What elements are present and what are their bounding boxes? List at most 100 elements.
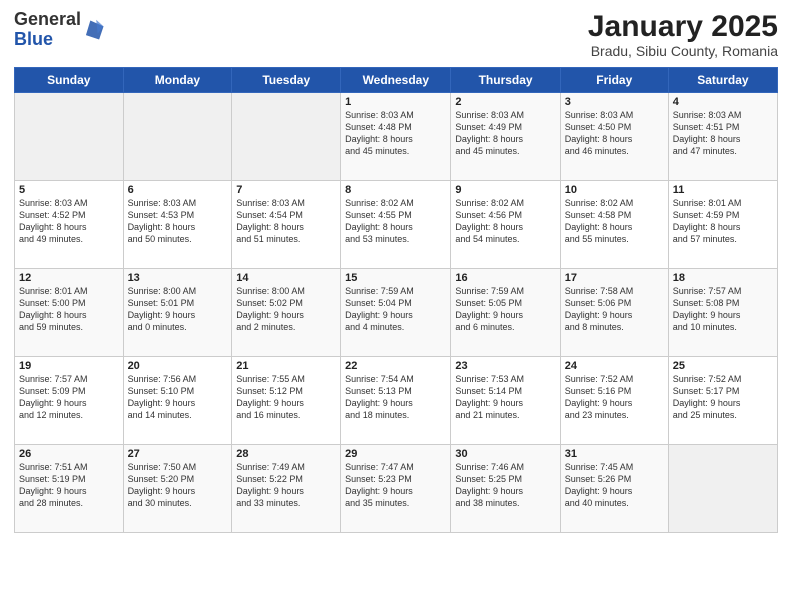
days-of-week-row: SundayMondayTuesdayWednesdayThursdayFrid… — [15, 68, 778, 93]
day-of-week-header: Thursday — [451, 68, 560, 93]
day-number: 30 — [455, 448, 555, 460]
day-number: 13 — [128, 272, 228, 284]
day-number: 14 — [236, 272, 336, 284]
day-content: Sunrise: 8:03 AM Sunset: 4:51 PM Dayligh… — [673, 109, 773, 158]
day-number: 4 — [673, 96, 773, 108]
day-content: Sunrise: 7:52 AM Sunset: 5:16 PM Dayligh… — [565, 373, 664, 422]
day-of-week-header: Wednesday — [341, 68, 451, 93]
day-content: Sunrise: 8:01 AM Sunset: 5:00 PM Dayligh… — [19, 285, 119, 334]
day-number: 16 — [455, 272, 555, 284]
day-content: Sunrise: 8:03 AM Sunset: 4:53 PM Dayligh… — [128, 197, 228, 246]
calendar-cell: 18Sunrise: 7:57 AM Sunset: 5:08 PM Dayli… — [668, 269, 777, 357]
day-content: Sunrise: 8:02 AM Sunset: 4:56 PM Dayligh… — [455, 197, 555, 246]
day-number: 20 — [128, 360, 228, 372]
calendar-cell: 27Sunrise: 7:50 AM Sunset: 5:20 PM Dayli… — [123, 445, 232, 533]
day-number: 2 — [455, 96, 555, 108]
calendar-cell — [668, 445, 777, 533]
calendar-cell: 22Sunrise: 7:54 AM Sunset: 5:13 PM Dayli… — [341, 357, 451, 445]
day-content: Sunrise: 8:03 AM Sunset: 4:50 PM Dayligh… — [565, 109, 664, 158]
calendar-cell: 17Sunrise: 7:58 AM Sunset: 5:06 PM Dayli… — [560, 269, 668, 357]
day-content: Sunrise: 7:58 AM Sunset: 5:06 PM Dayligh… — [565, 285, 664, 334]
header: General Blue January 2025 Bradu, Sibiu C… — [14, 10, 778, 59]
calendar-cell: 31Sunrise: 7:45 AM Sunset: 5:26 PM Dayli… — [560, 445, 668, 533]
calendar-cell — [123, 93, 232, 181]
day-number: 7 — [236, 184, 336, 196]
day-number: 23 — [455, 360, 555, 372]
day-content: Sunrise: 8:02 AM Sunset: 4:55 PM Dayligh… — [345, 197, 446, 246]
day-number: 9 — [455, 184, 555, 196]
calendar-cell: 20Sunrise: 7:56 AM Sunset: 5:10 PM Dayli… — [123, 357, 232, 445]
calendar-cell: 19Sunrise: 7:57 AM Sunset: 5:09 PM Dayli… — [15, 357, 124, 445]
day-number: 19 — [19, 360, 119, 372]
day-content: Sunrise: 8:03 AM Sunset: 4:54 PM Dayligh… — [236, 197, 336, 246]
day-content: Sunrise: 8:00 AM Sunset: 5:02 PM Dayligh… — [236, 285, 336, 334]
day-content: Sunrise: 7:47 AM Sunset: 5:23 PM Dayligh… — [345, 461, 446, 510]
calendar-cell: 14Sunrise: 8:00 AM Sunset: 5:02 PM Dayli… — [232, 269, 341, 357]
day-content: Sunrise: 8:00 AM Sunset: 5:01 PM Dayligh… — [128, 285, 228, 334]
logo-general-text: General — [14, 9, 81, 29]
day-number: 8 — [345, 184, 446, 196]
day-number: 3 — [565, 96, 664, 108]
day-of-week-header: Sunday — [15, 68, 124, 93]
day-content: Sunrise: 8:03 AM Sunset: 4:52 PM Dayligh… — [19, 197, 119, 246]
day-number: 21 — [236, 360, 336, 372]
day-content: Sunrise: 7:49 AM Sunset: 5:22 PM Dayligh… — [236, 461, 336, 510]
day-number: 10 — [565, 184, 664, 196]
calendar-body: 1Sunrise: 8:03 AM Sunset: 4:48 PM Daylig… — [15, 93, 778, 533]
calendar-cell: 2Sunrise: 8:03 AM Sunset: 4:49 PM Daylig… — [451, 93, 560, 181]
calendar-cell: 30Sunrise: 7:46 AM Sunset: 5:25 PM Dayli… — [451, 445, 560, 533]
day-content: Sunrise: 7:57 AM Sunset: 5:08 PM Dayligh… — [673, 285, 773, 334]
calendar-cell: 12Sunrise: 8:01 AM Sunset: 5:00 PM Dayli… — [15, 269, 124, 357]
main-title: January 2025 — [588, 10, 778, 43]
calendar-cell — [232, 93, 341, 181]
calendar-cell: 5Sunrise: 8:03 AM Sunset: 4:52 PM Daylig… — [15, 181, 124, 269]
day-content: Sunrise: 7:45 AM Sunset: 5:26 PM Dayligh… — [565, 461, 664, 510]
day-of-week-header: Monday — [123, 68, 232, 93]
page-container: General Blue January 2025 Bradu, Sibiu C… — [0, 0, 792, 612]
calendar-cell: 29Sunrise: 7:47 AM Sunset: 5:23 PM Dayli… — [341, 445, 451, 533]
calendar-cell: 7Sunrise: 8:03 AM Sunset: 4:54 PM Daylig… — [232, 181, 341, 269]
day-content: Sunrise: 8:03 AM Sunset: 4:49 PM Dayligh… — [455, 109, 555, 158]
calendar-cell: 28Sunrise: 7:49 AM Sunset: 5:22 PM Dayli… — [232, 445, 341, 533]
calendar-cell: 23Sunrise: 7:53 AM Sunset: 5:14 PM Dayli… — [451, 357, 560, 445]
day-number: 18 — [673, 272, 773, 284]
calendar-cell: 3Sunrise: 8:03 AM Sunset: 4:50 PM Daylig… — [560, 93, 668, 181]
day-number: 12 — [19, 272, 119, 284]
subtitle: Bradu, Sibiu County, Romania — [588, 43, 778, 59]
calendar-cell: 9Sunrise: 8:02 AM Sunset: 4:56 PM Daylig… — [451, 181, 560, 269]
day-content: Sunrise: 8:03 AM Sunset: 4:48 PM Dayligh… — [345, 109, 446, 158]
calendar-cell: 11Sunrise: 8:01 AM Sunset: 4:59 PM Dayli… — [668, 181, 777, 269]
day-content: Sunrise: 7:53 AM Sunset: 5:14 PM Dayligh… — [455, 373, 555, 422]
day-of-week-header: Friday — [560, 68, 668, 93]
calendar-cell — [15, 93, 124, 181]
logo-icon — [83, 19, 105, 41]
calendar-week-row: 1Sunrise: 8:03 AM Sunset: 4:48 PM Daylig… — [15, 93, 778, 181]
calendar-cell: 10Sunrise: 8:02 AM Sunset: 4:58 PM Dayli… — [560, 181, 668, 269]
calendar-cell: 8Sunrise: 8:02 AM Sunset: 4:55 PM Daylig… — [341, 181, 451, 269]
day-number: 25 — [673, 360, 773, 372]
day-content: Sunrise: 7:59 AM Sunset: 5:04 PM Dayligh… — [345, 285, 446, 334]
day-of-week-header: Saturday — [668, 68, 777, 93]
day-content: Sunrise: 7:57 AM Sunset: 5:09 PM Dayligh… — [19, 373, 119, 422]
calendar-cell: 26Sunrise: 7:51 AM Sunset: 5:19 PM Dayli… — [15, 445, 124, 533]
calendar-week-row: 12Sunrise: 8:01 AM Sunset: 5:00 PM Dayli… — [15, 269, 778, 357]
day-number: 31 — [565, 448, 664, 460]
day-content: Sunrise: 7:52 AM Sunset: 5:17 PM Dayligh… — [673, 373, 773, 422]
calendar-header: SundayMondayTuesdayWednesdayThursdayFrid… — [15, 68, 778, 93]
day-content: Sunrise: 7:46 AM Sunset: 5:25 PM Dayligh… — [455, 461, 555, 510]
day-number: 26 — [19, 448, 119, 460]
day-content: Sunrise: 7:54 AM Sunset: 5:13 PM Dayligh… — [345, 373, 446, 422]
day-number: 6 — [128, 184, 228, 196]
calendar-week-row: 19Sunrise: 7:57 AM Sunset: 5:09 PM Dayli… — [15, 357, 778, 445]
calendar-cell: 13Sunrise: 8:00 AM Sunset: 5:01 PM Dayli… — [123, 269, 232, 357]
day-number: 24 — [565, 360, 664, 372]
calendar-cell: 1Sunrise: 8:03 AM Sunset: 4:48 PM Daylig… — [341, 93, 451, 181]
day-content: Sunrise: 7:59 AM Sunset: 5:05 PM Dayligh… — [455, 285, 555, 334]
day-number: 5 — [19, 184, 119, 196]
logo-blue-text: Blue — [14, 29, 53, 49]
calendar-cell: 21Sunrise: 7:55 AM Sunset: 5:12 PM Dayli… — [232, 357, 341, 445]
calendar-week-row: 5Sunrise: 8:03 AM Sunset: 4:52 PM Daylig… — [15, 181, 778, 269]
day-number: 28 — [236, 448, 336, 460]
day-of-week-header: Tuesday — [232, 68, 341, 93]
logo: General Blue — [14, 10, 105, 50]
